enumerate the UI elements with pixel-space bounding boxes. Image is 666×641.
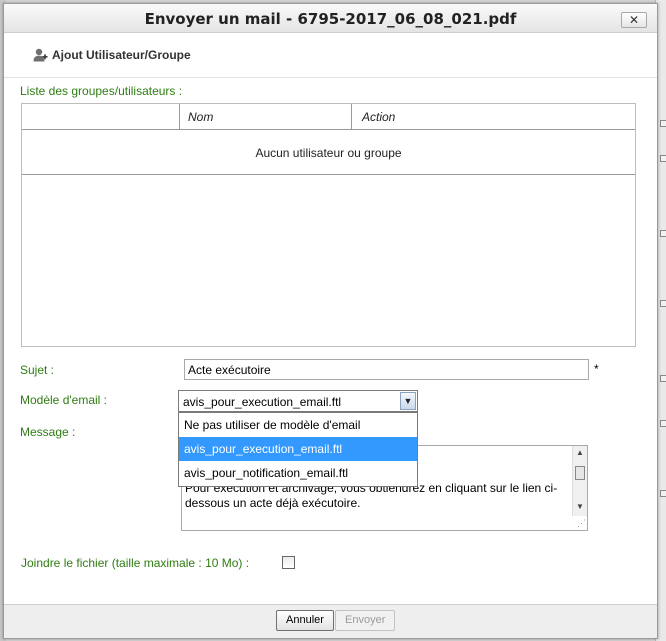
column-header-name[interactable]: Nom bbox=[180, 104, 352, 130]
scroll-down-icon[interactable]: ▼ bbox=[575, 502, 585, 511]
background-marker bbox=[660, 490, 666, 497]
message-scrollbar[interactable]: ▲ ▼ bbox=[572, 446, 587, 516]
required-marker: * bbox=[594, 362, 599, 376]
email-template-select[interactable]: avis_pour_execution_email.ftl ▼ bbox=[178, 390, 418, 412]
close-button[interactable]: ✕ bbox=[621, 12, 647, 28]
add-user-group-label: Ajout Utilisateur/Groupe bbox=[52, 48, 191, 62]
background-marker bbox=[660, 420, 666, 427]
recipients-list-label: Liste des groupes/utilisateurs : bbox=[20, 84, 183, 98]
dialog-toolbar: Ajout Utilisateur/Groupe bbox=[4, 34, 657, 78]
empty-table-message: Aucun utilisateur ou groupe bbox=[22, 131, 635, 175]
email-template-selected-value: avis_pour_execution_email.ftl bbox=[183, 395, 342, 409]
email-template-dropdown: Ne pas utiliser de modèle d'email avis_p… bbox=[178, 412, 418, 487]
add-user-group-button[interactable]: Ajout Utilisateur/Groupe bbox=[32, 47, 191, 63]
message-label: Message : bbox=[20, 425, 76, 439]
cancel-button[interactable]: Annuler bbox=[276, 610, 334, 631]
chevron-down-icon[interactable]: ▼ bbox=[400, 392, 416, 410]
user-add-icon bbox=[33, 48, 48, 62]
dialog-title: Envoyer un mail - 6795-2017_06_08_021.pd… bbox=[144, 10, 517, 28]
send-button[interactable]: Envoyer bbox=[335, 610, 396, 631]
email-template-label: Modèle d'email : bbox=[20, 393, 107, 407]
dialog-footer: Annuler Envoyer bbox=[4, 604, 657, 638]
column-header-select[interactable] bbox=[22, 104, 180, 130]
dialog-titlebar: Envoyer un mail - 6795-2017_06_08_021.pd… bbox=[4, 4, 657, 33]
subject-label: Sujet : bbox=[20, 363, 55, 377]
scrollbar-thumb[interactable] bbox=[575, 466, 585, 480]
template-option-notification[interactable]: avis_pour_notification_email.ftl bbox=[179, 461, 417, 485]
table-header: Nom Action bbox=[22, 104, 635, 130]
subject-input[interactable]: Acte exécutoire bbox=[184, 359, 589, 380]
send-mail-dialog: Envoyer un mail - 6795-2017_06_08_021.pd… bbox=[3, 3, 658, 639]
resize-grip-icon[interactable]: ⋰ bbox=[577, 518, 586, 529]
attach-file-checkbox[interactable] bbox=[282, 556, 295, 569]
background-marker bbox=[660, 155, 666, 162]
background-marker bbox=[660, 230, 666, 237]
recipients-table: Nom Action Aucun utilisateur ou groupe bbox=[21, 103, 636, 347]
template-option-execution[interactable]: avis_pour_execution_email.ftl bbox=[179, 437, 417, 461]
background-marker bbox=[660, 300, 666, 307]
attach-file-label: Joindre le fichier (taille maximale : 10… bbox=[21, 556, 250, 570]
background-marker bbox=[660, 120, 666, 127]
scroll-up-icon[interactable]: ▲ bbox=[575, 448, 585, 457]
template-option-none[interactable]: Ne pas utiliser de modèle d'email bbox=[179, 413, 417, 437]
background-marker bbox=[660, 375, 666, 382]
column-header-action[interactable]: Action bbox=[352, 104, 635, 130]
